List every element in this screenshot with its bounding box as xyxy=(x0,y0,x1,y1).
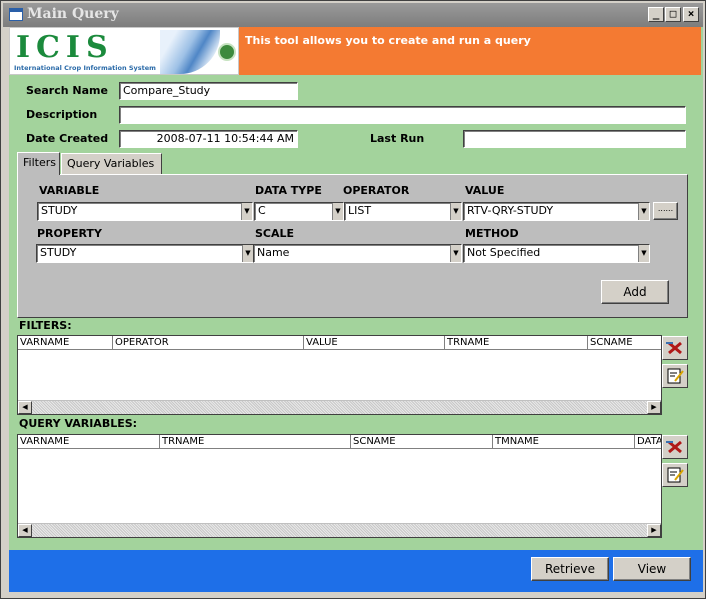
property-dropdown[interactable]: STUDY ▼ xyxy=(36,244,254,263)
tab-filters[interactable]: Filters xyxy=(17,152,60,175)
chevron-down-icon[interactable]: ▼ xyxy=(450,203,461,220)
scroll-right-icon[interactable]: ▶ xyxy=(647,401,661,414)
chevron-down-icon[interactable]: ▼ xyxy=(241,203,252,220)
scale-value: Name xyxy=(257,246,290,259)
horizontal-scrollbar[interactable]: ◀ ▶ xyxy=(18,523,661,537)
horizontal-scrollbar[interactable]: ◀ ▶ xyxy=(18,400,661,414)
property-value: STUDY xyxy=(40,246,77,259)
filters-grid-title: FILTERS: xyxy=(19,319,72,332)
last-run-input[interactable] xyxy=(463,130,686,148)
query-variables-grid-title: QUERY VARIABLES: xyxy=(19,417,138,430)
scroll-right-icon[interactable]: ▶ xyxy=(647,524,661,537)
date-created-label: Date Created xyxy=(26,132,109,145)
edit-icon xyxy=(667,368,684,384)
data-type-value: C xyxy=(258,204,266,217)
delete-filter-button[interactable] xyxy=(662,336,688,360)
column-header[interactable]: TRNAME xyxy=(445,336,588,349)
delete-x-icon xyxy=(666,341,682,355)
value-value: RTV-QRY-STUDY xyxy=(467,204,554,217)
filters-grid[interactable]: VARNAME OPERATOR VALUE TRNAME SCNAME ◀ ▶ xyxy=(17,335,662,415)
delete-query-variable-button[interactable] xyxy=(662,435,688,459)
logo-swoosh xyxy=(160,30,220,74)
operator-value: LIST xyxy=(348,204,372,217)
query-variables-grid-header: VARNAME TRNAME SCNAME TMNAME DATA xyxy=(18,435,661,449)
date-created-input[interactable]: 2008-07-11 10:54:44 AM xyxy=(119,130,298,148)
query-variables-grid[interactable]: VARNAME TRNAME SCNAME TMNAME DATA ◀ ▶ xyxy=(17,434,662,538)
banner: This tool allows you to create and run a… xyxy=(239,27,701,75)
maximize-button[interactable]: □ xyxy=(665,7,681,22)
column-header[interactable]: SCNAME xyxy=(351,435,493,448)
data-type-label: DATA TYPE xyxy=(255,184,322,197)
edit-filter-button[interactable] xyxy=(662,364,688,388)
method-value: Not Specified xyxy=(467,246,541,259)
banner-message: This tool allows you to create and run a… xyxy=(245,34,531,47)
retrieve-button[interactable]: Retrieve xyxy=(531,557,609,581)
add-button[interactable]: Add xyxy=(601,280,669,304)
last-run-label: Last Run xyxy=(370,132,425,145)
column-header[interactable]: TRNAME xyxy=(160,435,351,448)
chevron-down-icon[interactable]: ▼ xyxy=(638,203,649,220)
icis-logo: ICIS International Crop Information Syst… xyxy=(9,27,239,75)
close-button[interactable]: × xyxy=(683,7,699,22)
operator-label: OPERATOR xyxy=(343,184,410,197)
column-header[interactable]: VALUE xyxy=(304,336,445,349)
property-label: PROPERTY xyxy=(37,227,102,240)
chevron-down-icon[interactable]: ▼ xyxy=(450,245,461,262)
filters-grid-header: VARNAME OPERATOR VALUE TRNAME SCNAME xyxy=(18,336,661,350)
description-label: Description xyxy=(26,108,98,121)
scale-dropdown[interactable]: Name ▼ xyxy=(253,244,462,263)
tab-query-variables[interactable]: Query Variables xyxy=(61,153,162,175)
window-title: Main Query xyxy=(27,6,119,22)
view-button[interactable]: View xyxy=(613,557,691,581)
column-header[interactable]: OPERATOR xyxy=(113,336,304,349)
method-dropdown[interactable]: Not Specified ▼ xyxy=(463,244,650,263)
scroll-left-icon[interactable]: ◀ xyxy=(18,524,32,537)
seal-icon xyxy=(218,43,236,61)
column-header[interactable]: DATA xyxy=(635,435,661,448)
column-header[interactable]: VARNAME xyxy=(18,435,160,448)
scroll-left-icon[interactable]: ◀ xyxy=(18,401,32,414)
value-label: VALUE xyxy=(465,184,505,197)
scale-label: SCALE xyxy=(255,227,295,240)
method-label: METHOD xyxy=(465,227,519,240)
search-name-input[interactable]: Compare_Study xyxy=(119,82,298,100)
delete-x-icon xyxy=(666,440,682,454)
description-input[interactable] xyxy=(119,106,686,124)
logo-text: ICIS xyxy=(16,30,114,65)
logo-subtitle: International Crop Information System xyxy=(14,64,156,72)
chevron-down-icon[interactable]: ▼ xyxy=(638,245,649,262)
value-picker-button[interactable]: ...... xyxy=(653,202,678,220)
minimize-button[interactable]: _ xyxy=(648,7,664,22)
main-query-window: Main Query _ □ × ICIS International Crop… xyxy=(0,0,706,599)
title-bar[interactable]: Main Query _ □ × xyxy=(3,3,703,27)
data-type-dropdown[interactable]: C ▼ xyxy=(254,202,344,221)
edit-query-variable-button[interactable] xyxy=(662,463,688,487)
column-header[interactable]: TMNAME xyxy=(493,435,635,448)
operator-dropdown[interactable]: LIST ▼ xyxy=(344,202,462,221)
chevron-down-icon[interactable]: ▼ xyxy=(242,245,253,262)
column-header[interactable]: VARNAME xyxy=(18,336,113,349)
search-name-label: Search Name xyxy=(26,84,108,97)
chevron-down-icon[interactable]: ▼ xyxy=(332,203,343,220)
variable-label: VARIABLE xyxy=(39,184,100,197)
variable-value: STUDY xyxy=(41,204,78,217)
form-icon xyxy=(9,8,23,21)
column-header[interactable]: SCNAME xyxy=(588,336,661,349)
variable-dropdown[interactable]: STUDY ▼ xyxy=(37,202,253,221)
footer-bar: Retrieve View xyxy=(9,550,703,592)
edit-icon xyxy=(667,467,684,483)
value-dropdown[interactable]: RTV-QRY-STUDY ▼ xyxy=(463,202,650,221)
